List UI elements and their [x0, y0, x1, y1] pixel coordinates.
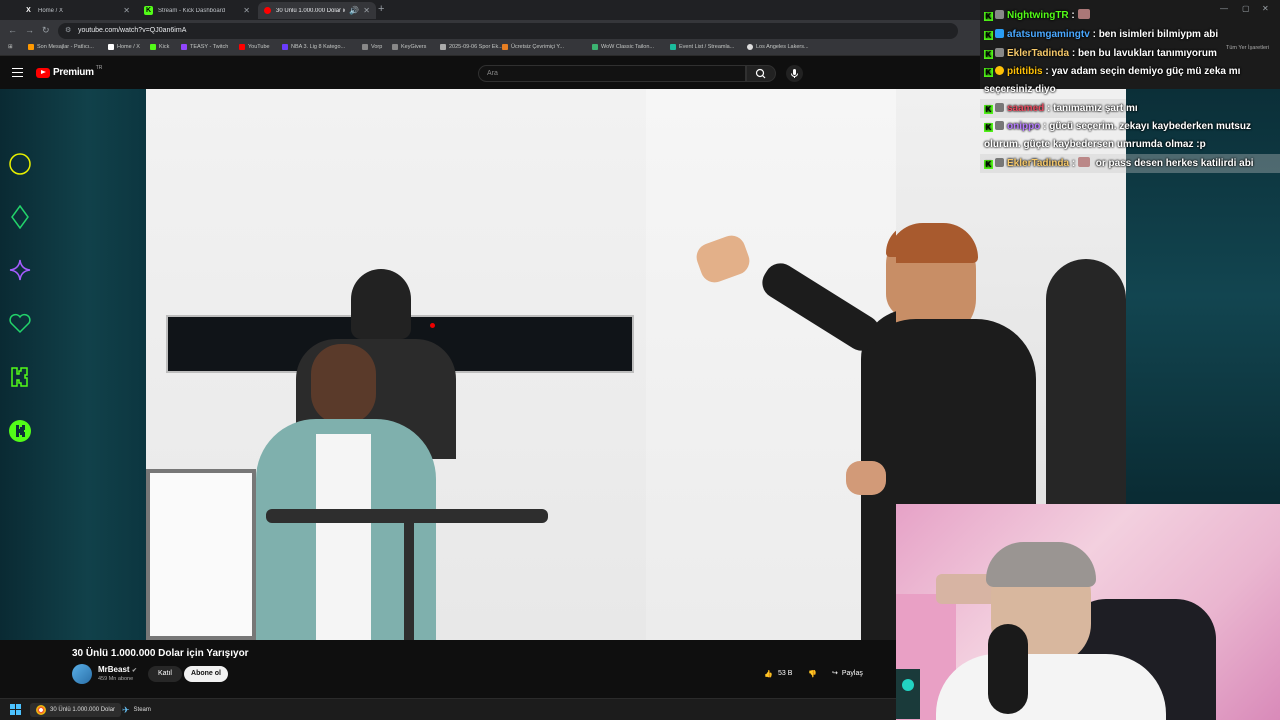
- close-tab-icon[interactable]: ✕: [123, 6, 130, 15]
- search-icon: [755, 68, 766, 79]
- hamburger-menu-icon[interactable]: [12, 68, 23, 77]
- chrome-icon: [36, 705, 46, 715]
- kick-logo-icon: K: [144, 6, 153, 15]
- kick-k-icon: [11, 367, 28, 387]
- steam-icon: ✈: [122, 705, 130, 715]
- search-button[interactable]: [746, 65, 776, 82]
- youtube-premium-logo[interactable]: Premium TR: [36, 65, 102, 78]
- channel-avatar[interactable]: [72, 664, 92, 684]
- back-icon[interactable]: ←: [8, 25, 17, 35]
- x-logo-icon: X: [26, 7, 31, 14]
- stream-left-overlay: [0, 89, 146, 640]
- tab-kick-dashboard[interactable]: K Stream - Kick Dashboard ✕: [138, 2, 256, 19]
- chat-message: K EklerTadinda : ben bu lavukları tanımıy…: [984, 48, 1217, 59]
- subscribe-button[interactable]: Abone ol: [184, 666, 228, 682]
- chat-message: K NightwingTR :: [980, 6, 1280, 25]
- search-input[interactable]: Ara: [478, 65, 746, 82]
- windows-start-icon[interactable]: [10, 704, 21, 715]
- microphone: [988, 624, 1028, 714]
- chat-message: Ksaamed : tanımamız şart mı: [980, 99, 1138, 118]
- user-badge-icon: [995, 29, 1004, 38]
- url-input[interactable]: ⚙ youtube.com/watch?v=QJ0an6imA: [58, 23, 958, 39]
- bookmark-item[interactable]: Los Angeles Lakers...: [747, 44, 809, 50]
- bookmark-item[interactable]: Home / X: [108, 44, 140, 50]
- bookmark-item[interactable]: KeyGivers: [392, 44, 426, 50]
- speaker-icon[interactable]: 🔊: [349, 6, 359, 15]
- reload-icon[interactable]: ↻: [42, 25, 50, 36]
- emote-icon: [1077, 157, 1090, 167]
- bookmark-item[interactable]: Son Mesajlar - Patlıcı...: [28, 44, 94, 50]
- verified-icon: ✔: [131, 668, 137, 674]
- chat-message: Konippo : gücü seçerim. zekayı kaybederk…: [984, 121, 1251, 150]
- chat-overlay: K NightwingTR : Kafatsumgamingtv : ben is…: [980, 6, 1280, 173]
- site-info-icon[interactable]: ⚙: [65, 23, 71, 39]
- bookmark-item[interactable]: Vorp: [362, 44, 382, 50]
- bookmark-item[interactable]: Event List / Streamla...: [670, 44, 734, 50]
- tab-youtube-video[interactable]: 30 Ünlü 1.000.000 Dolar için 🔊 ✕: [258, 2, 376, 19]
- microphone-icon: [791, 69, 798, 78]
- webcam-feed: [896, 504, 1280, 720]
- bookmark-item[interactable]: Ücretsiz Çevrimiçi Y...: [502, 44, 564, 50]
- circle-outline-icon: [9, 153, 31, 175]
- voice-search-button[interactable]: [786, 65, 803, 82]
- apps-icon[interactable]: ⊞: [8, 44, 13, 50]
- bookmark-item[interactable]: 2025-09-06 Spor Ek...: [440, 44, 503, 50]
- subscriber-count: 459 Mn abone: [98, 676, 134, 682]
- bookmark-item[interactable]: NBA 3. Lig 8 Katego...: [282, 44, 345, 50]
- video-info-section: 30 Ünlü 1.000.000 Dolar için Yarışıyor M…: [0, 640, 896, 698]
- chat-message: K EklerTadinda : or pass desen herkes kat…: [980, 154, 1280, 173]
- like-count[interactable]: 53 B: [778, 670, 792, 677]
- user-badge-icon: [995, 10, 1004, 19]
- forward-icon[interactable]: →: [25, 25, 34, 35]
- kick-badge-icon: K: [984, 12, 993, 21]
- taskbar-item-steam[interactable]: ✈ Steam: [122, 703, 151, 717]
- bookmark-item[interactable]: WoW Classic Tailon...: [592, 44, 654, 50]
- share-button[interactable]: ↪ Paylaş: [832, 666, 882, 682]
- kick-circle-icon: [9, 420, 31, 442]
- share-icon: ↪: [832, 670, 838, 677]
- diamond-outline-icon: [11, 205, 29, 229]
- taskbar-item-browser[interactable]: 30 Ünlü 1.000.000 Dolar: [30, 703, 122, 717]
- bookmark-item[interactable]: TEASY - Twitch: [181, 44, 228, 50]
- windows-taskbar: 30 Ünlü 1.000.000 Dolar ✈ Steam: [0, 698, 896, 720]
- like-icon[interactable]: 👍: [764, 670, 773, 678]
- youtube-play-icon: [36, 67, 50, 78]
- video-player[interactable]: [146, 89, 896, 640]
- new-tab-button[interactable]: +: [378, 3, 384, 15]
- bookmark-item[interactable]: YouTube: [239, 44, 270, 50]
- close-tab-icon[interactable]: ✕: [243, 6, 250, 15]
- bookmark-item[interactable]: Kick: [150, 44, 169, 50]
- tab-x-home[interactable]: X Home / X ✕: [18, 2, 136, 19]
- chat-message: Kafatsumgamingtv : ben isimleri bilmiypm…: [984, 29, 1219, 40]
- chat-message: Kpititibis : yav adam seçin demiyo güç m…: [984, 66, 1241, 95]
- emote-icon: [1077, 9, 1090, 19]
- youtube-header: Premium TR Ara: [0, 57, 980, 89]
- sparkle-outline-icon: [9, 259, 31, 281]
- join-button[interactable]: Katıl: [148, 666, 182, 682]
- heart-outline-icon: [9, 313, 31, 334]
- channel-name[interactable]: MrBeast ✔: [98, 665, 137, 674]
- dislike-icon[interactable]: 👎: [808, 670, 817, 678]
- youtube-logo-icon: [264, 7, 271, 14]
- close-tab-icon[interactable]: ✕: [363, 6, 370, 15]
- video-title: 30 Ünlü 1.000.000 Dolar için Yarışıyor: [72, 648, 249, 659]
